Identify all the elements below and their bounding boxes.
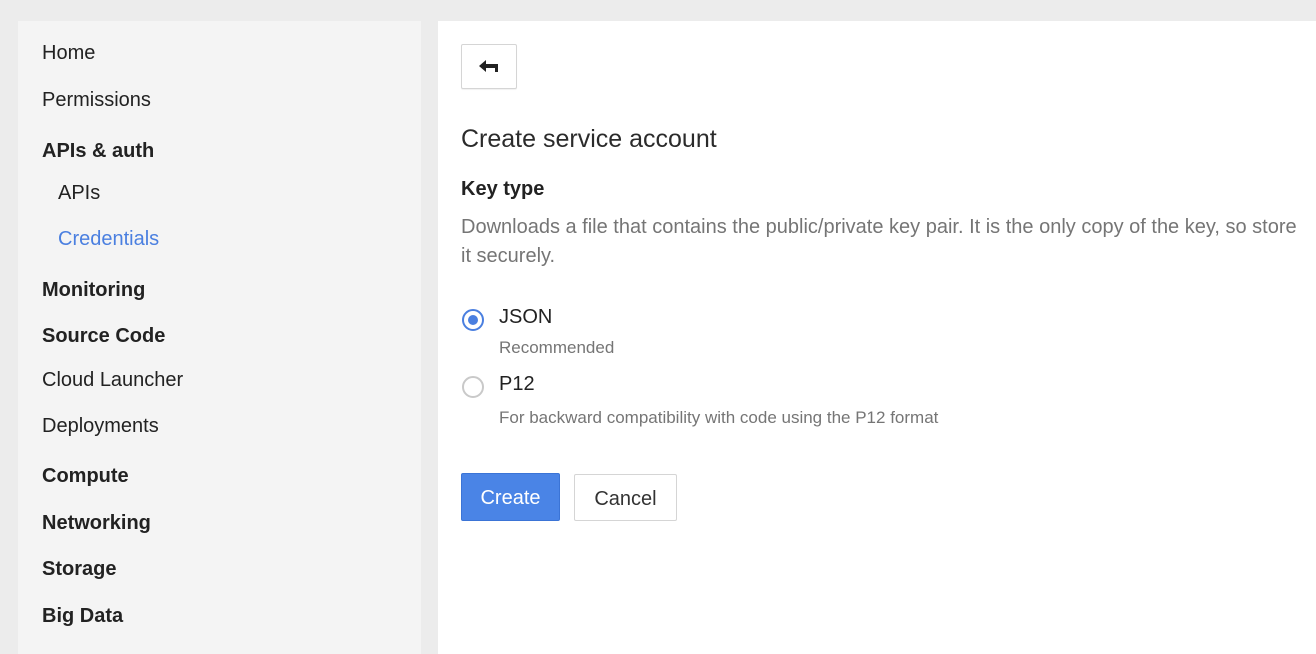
sidebar-item-permissions[interactable]: Permissions (42, 89, 151, 112)
sidebar-item-monitoring[interactable]: Monitoring (42, 279, 145, 302)
sidebar-item-cloud-launcher[interactable]: Cloud Launcher (42, 369, 183, 392)
sidebar-item-deployments[interactable]: Deployments (42, 415, 159, 438)
sidebar-item-big-data[interactable]: Big Data (42, 605, 123, 628)
sidebar-item-storage[interactable]: Storage (42, 558, 116, 581)
key-type-heading: Key type (461, 178, 545, 200)
p12-radio-help: For backward compatibility with code usi… (499, 408, 939, 427)
json-radio-help: Recommended (499, 338, 615, 357)
back-arrow-icon (479, 60, 498, 72)
cancel-button[interactable]: Cancel (574, 474, 677, 521)
sidebar-item-networking[interactable]: Networking (42, 512, 151, 535)
json-radio[interactable] (462, 309, 484, 331)
key-type-description: Downloads a file that contains the publi… (461, 216, 1297, 267)
back-button[interactable] (461, 44, 517, 89)
sidebar-item-home[interactable]: Home (42, 42, 95, 65)
sidebar-item-compute[interactable]: Compute (42, 465, 129, 488)
sidebar-item-apis-auth[interactable]: APIs & auth (42, 140, 154, 163)
sidebar-nav: Home Permissions APIs & auth APIs Creden… (18, 21, 421, 654)
sidebar-item-credentials[interactable]: Credentials (58, 228, 159, 251)
json-radio-label[interactable]: JSON (499, 306, 552, 329)
p12-radio-label[interactable]: P12 (499, 373, 535, 396)
app-frame: Home Permissions APIs & auth APIs Creden… (0, 0, 1316, 654)
sidebar-item-source-code[interactable]: Source Code (42, 325, 165, 348)
page-title: Create service account (461, 125, 717, 153)
main-panel: Create service account Key type Download… (438, 21, 1316, 654)
sidebar-item-apis[interactable]: APIs (58, 182, 100, 205)
p12-radio[interactable] (462, 376, 484, 398)
create-button[interactable]: Create (461, 473, 560, 521)
